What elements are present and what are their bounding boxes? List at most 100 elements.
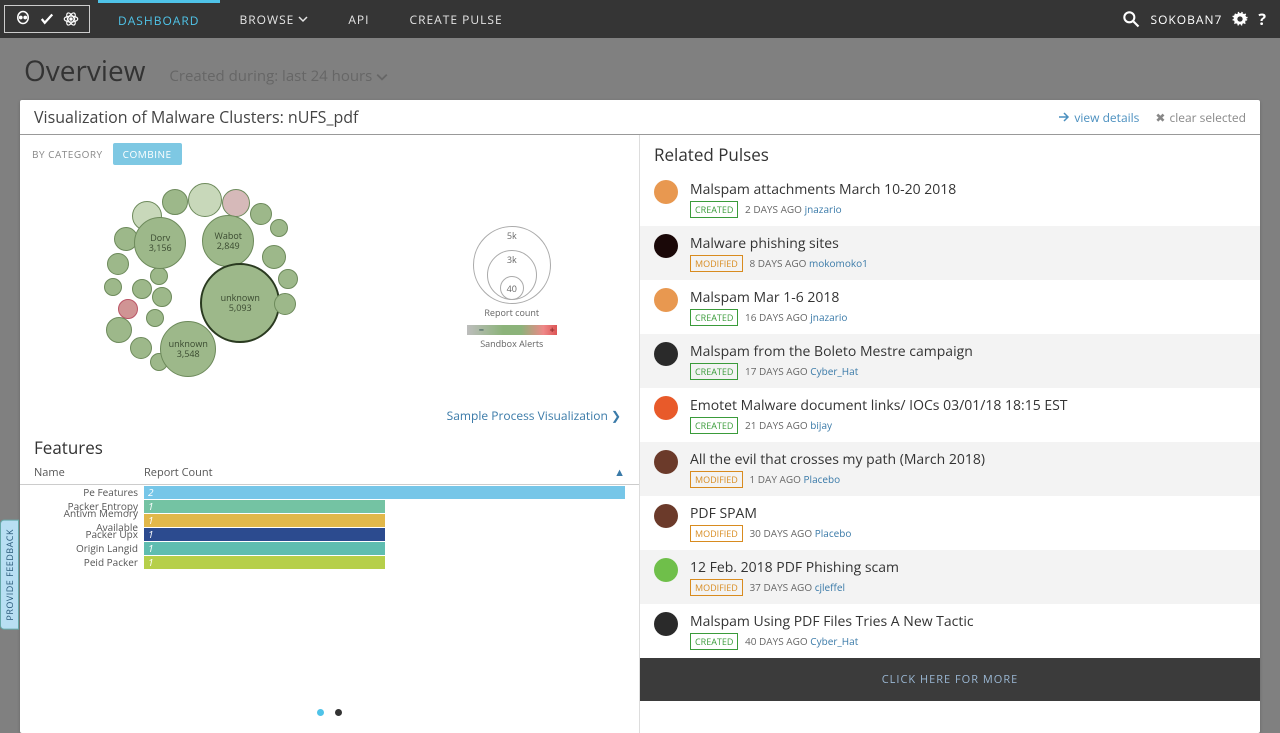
pulse-title: Malspam Using PDF Files Tries A New Tact…: [690, 612, 1246, 631]
feedback-tab[interactable]: PROVIDE FEEDBACK: [0, 520, 19, 630]
feature-row[interactable]: Pe Features 2: [20, 485, 639, 499]
bubble-small[interactable]: [270, 219, 288, 237]
page-dot-active[interactable]: [317, 709, 324, 716]
pulse-author[interactable]: Cyber_Hat: [810, 364, 858, 378]
top-nav: DASHBOARD BROWSE API CREATE PULSE SOKOBA…: [0, 0, 1280, 38]
bubble-unknown-med[interactable]: unknown 3,548: [160, 321, 216, 377]
related-pulses-heading: Related Pulses: [640, 135, 1260, 172]
pulse-author[interactable]: bijay: [810, 418, 832, 432]
pulse-item[interactable]: Malspam Using PDF Files Tries A New Tact…: [640, 604, 1260, 658]
pulse-author[interactable]: mokomoko1: [809, 256, 868, 270]
pulse-author[interactable]: cjleffel: [815, 580, 845, 594]
feature-row[interactable]: Peid Packer 1: [20, 555, 639, 569]
clear-selected-link[interactable]: ✖ clear selected: [1155, 109, 1246, 126]
pulse-item[interactable]: 12 Feb. 2018 PDF Phishing scam MODIFIED …: [640, 550, 1260, 604]
pulse-meta: MODIFIED 1 DAY AGO Placebo: [690, 471, 1246, 488]
bubble-small[interactable]: [130, 337, 152, 359]
pulse-item[interactable]: Emotet Malware document links/ IOCs 03/0…: [640, 388, 1260, 442]
bubble-small[interactable]: [104, 278, 122, 296]
ring-label: 3k: [507, 253, 517, 266]
nav-dashboard[interactable]: DASHBOARD: [98, 0, 220, 38]
nav-api[interactable]: API: [328, 0, 389, 38]
ring-label: 5k: [507, 229, 517, 242]
feature-row[interactable]: Origin Langid 1: [20, 541, 639, 555]
bubble-small[interactable]: [150, 267, 168, 285]
view-details-link[interactable]: view details: [1058, 109, 1139, 126]
logo[interactable]: [4, 5, 90, 33]
nav-create-pulse[interactable]: CREATE PULSE: [390, 0, 523, 38]
search-icon[interactable]: [1121, 9, 1141, 29]
nav-browse[interactable]: BROWSE: [220, 0, 329, 38]
pulse-item[interactable]: Malspam from the Boleto Mestre campaign …: [640, 334, 1260, 388]
feature-name: Peid Packer: [34, 555, 144, 569]
pulse-title: Malware phishing sites: [690, 234, 1246, 253]
pulse-item[interactable]: Malspam attachments March 10-20 2018 CRE…: [640, 172, 1260, 226]
bubble-small[interactable]: [118, 299, 138, 319]
pulse-item[interactable]: PDF SPAM MODIFIED 30 DAYS AGO Placebo: [640, 496, 1260, 550]
page-title: Overview: [24, 52, 145, 90]
avatar: [654, 558, 678, 582]
avatar: [654, 504, 678, 528]
bubble-chart[interactable]: Dorv 3,156 Wabot 2,849 unknown 5,093 unk…: [102, 183, 342, 393]
bubble-small[interactable]: [132, 279, 152, 299]
bubble-small[interactable]: [152, 287, 172, 307]
bubble-small[interactable]: [146, 309, 164, 327]
avatar: [654, 288, 678, 312]
bubble-small[interactable]: [162, 189, 188, 215]
status-badge: CREATED: [690, 201, 738, 218]
bubble-unknown-large[interactable]: unknown 5,093: [200, 263, 280, 343]
username[interactable]: SOKOBAN7: [1151, 11, 1223, 28]
size-legend: 5k 3k 40: [473, 226, 551, 304]
pulse-author[interactable]: Placebo: [804, 472, 841, 486]
time-filter[interactable]: Created during: last 24 hours: [169, 66, 388, 86]
plus-icon: +: [550, 323, 555, 336]
feature-row[interactable]: Packer Upx 1: [20, 527, 639, 541]
pulse-item[interactable]: Malware phishing sites MODIFIED 8 DAYS A…: [640, 226, 1260, 280]
pulse-author[interactable]: jnazario: [810, 310, 847, 324]
bubble-small[interactable]: [107, 253, 129, 275]
sample-process-label: Sample Process Visualization: [447, 407, 608, 424]
bubble-small[interactable]: [274, 293, 296, 315]
pulse-author[interactable]: Placebo: [815, 526, 852, 540]
status-badge: MODIFIED: [690, 525, 743, 542]
status-badge: CREATED: [690, 309, 738, 326]
col-report-count[interactable]: Report Count ▲: [144, 465, 625, 480]
feature-bar: 1: [144, 500, 385, 513]
cluster-canvas[interactable]: Dorv 3,156 Wabot 2,849 unknown 5,093 unk…: [20, 173, 639, 403]
view-details-label: view details: [1074, 109, 1139, 126]
pulse-item[interactable]: All the evil that crosses my path (March…: [640, 442, 1260, 496]
bubble-small[interactable]: [250, 203, 272, 225]
cluster-legend: 5k 3k 40 Report count − + Sandbox Alerts: [467, 226, 557, 350]
feature-bar: 1: [144, 542, 385, 555]
page-dot[interactable]: [335, 709, 342, 716]
chevron-down-icon: [298, 14, 308, 24]
pulse-author[interactable]: jnazario: [805, 202, 842, 216]
bubble-wabot[interactable]: Wabot 2,849: [202, 215, 254, 267]
minus-icon: −: [479, 323, 484, 336]
by-category-label: BY CATEGORY: [32, 147, 103, 161]
col-name[interactable]: Name: [34, 465, 144, 480]
bubble-small[interactable]: [222, 189, 250, 217]
pulse-author[interactable]: Cyber_Hat: [810, 634, 858, 648]
feature-bar: 2: [144, 486, 625, 499]
sample-process-link[interactable]: Sample Process Visualization ❯: [447, 407, 621, 424]
features-heading: Features: [20, 432, 639, 461]
feature-name: Pe Features: [34, 485, 144, 499]
feature-row[interactable]: Antivm Memory Available 1: [20, 513, 639, 527]
avatar: [654, 342, 678, 366]
bubble-small[interactable]: [188, 183, 222, 217]
features-rows: Pe Features 2Packer Entropy 1Antivm Memo…: [20, 485, 639, 569]
bubble-small[interactable]: [262, 245, 286, 269]
bubble-small[interactable]: [278, 269, 298, 289]
combine-button[interactable]: COMBINE: [113, 143, 182, 165]
help-icon[interactable]: ?: [1258, 8, 1266, 30]
bubble-dorv[interactable]: Dorv 3,156: [134, 217, 186, 269]
main-panel: Visualization of Malware Clusters: nUFS_…: [20, 100, 1260, 733]
avatar: [654, 612, 678, 636]
bubble-small[interactable]: [106, 317, 132, 343]
load-more-button[interactable]: CLICK HERE FOR MORE: [640, 658, 1260, 701]
status-badge: CREATED: [690, 633, 738, 650]
pulse-item[interactable]: Malspam Mar 1-6 2018 CREATED 16 DAYS AGO…: [640, 280, 1260, 334]
gear-icon[interactable]: [1232, 11, 1248, 27]
sort-asc-icon: ▲: [614, 465, 625, 480]
